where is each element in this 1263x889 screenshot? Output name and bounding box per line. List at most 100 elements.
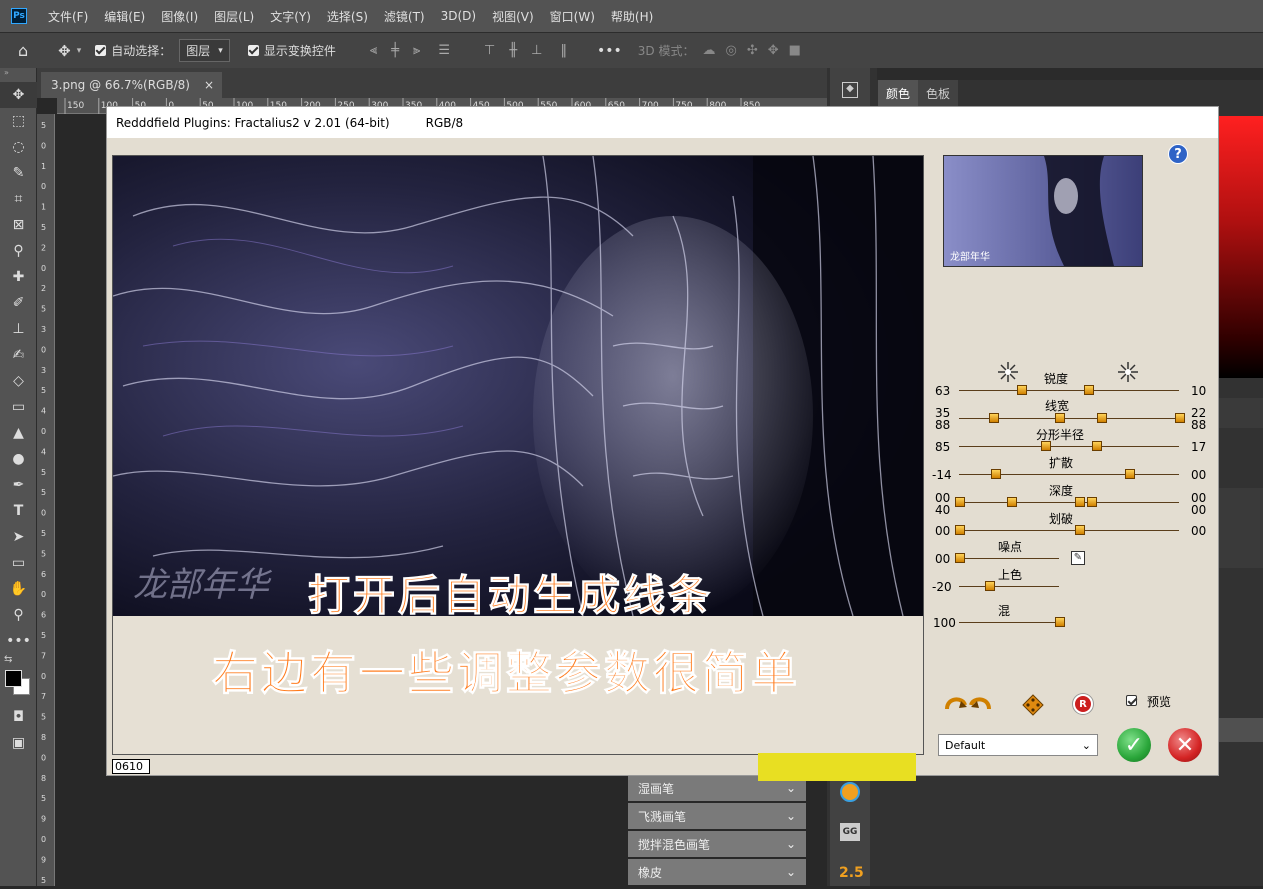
eraser-tool-icon[interactable]: ◇	[0, 368, 37, 394]
linewidth-knob[interactable]	[1097, 413, 1107, 423]
video-3d-icon[interactable]: ■	[789, 43, 801, 58]
depth-knob[interactable]	[1075, 497, 1085, 507]
sharpness-track[interactable]	[959, 390, 1179, 391]
3d-panel-icon[interactable]: ◆	[842, 82, 858, 98]
home-icon[interactable]: ⌂	[18, 41, 28, 60]
quick-select-tool-icon[interactable]: ✎	[0, 160, 37, 186]
layer-select[interactable]: 图层 ▾	[179, 39, 230, 62]
brush-tool-icon[interactable]: ✐	[0, 290, 37, 316]
frame-tool-icon[interactable]: ⊠	[0, 212, 37, 238]
distribute-v-icon[interactable]: ‖	[561, 43, 568, 58]
menu-file[interactable]: 文件(F)	[40, 8, 96, 25]
sharpness-knob[interactable]	[1084, 385, 1094, 395]
menu-type[interactable]: 文字(Y)	[262, 8, 319, 25]
menu-select[interactable]: 选择(S)	[319, 8, 376, 25]
linewidth-knob[interactable]	[1055, 413, 1065, 423]
undo-redo-icon[interactable]	[943, 691, 995, 713]
fractal-radius-knob[interactable]	[1092, 441, 1102, 451]
align-right-icon[interactable]: ⫸	[413, 43, 420, 58]
list-item[interactable]: 搅拌混色画笔 ⌄	[628, 831, 806, 857]
show-transform-checkbox[interactable]	[247, 45, 259, 56]
close-icon[interactable]: ×	[204, 78, 214, 92]
menu-filter[interactable]: 滤镜(T)	[376, 8, 433, 25]
distribute-icon[interactable]: ☰	[438, 43, 450, 58]
document-tab[interactable]: 3.png @ 66.7%(RGB/8) ×	[41, 72, 223, 98]
fractal-radius-knob[interactable]	[1041, 441, 1051, 451]
hand-tool-icon[interactable]: ✋	[0, 576, 37, 602]
tab-swatches[interactable]: 色板	[918, 80, 958, 106]
menu-layer[interactable]: 图层(L)	[206, 8, 262, 25]
noise-track[interactable]	[959, 558, 1059, 559]
preview-checkbox[interactable]	[1126, 695, 1137, 706]
blend-knob[interactable]	[1055, 617, 1065, 627]
break-knob[interactable]	[1075, 525, 1085, 535]
more-tools-icon[interactable]: •••	[0, 628, 37, 654]
crop-tool-icon[interactable]: ⌗	[0, 186, 37, 212]
menu-edit[interactable]: 编辑(E)	[96, 8, 153, 25]
align-left-icon[interactable]: ⫷	[370, 43, 377, 58]
linewidth-knob[interactable]	[1175, 413, 1185, 423]
collapse-icon[interactable]: »	[0, 68, 36, 82]
more-icon[interactable]: •••	[597, 43, 622, 59]
foreground-color[interactable]	[5, 670, 22, 687]
slide-3d-icon[interactable]: ✥	[768, 43, 779, 58]
path-select-tool-icon[interactable]: ➤	[0, 524, 37, 550]
colorize-track[interactable]	[959, 586, 1059, 587]
color-swatches[interactable]	[0, 668, 36, 704]
menu-view[interactable]: 视图(V)	[484, 8, 542, 25]
preset-select[interactable]: Default ⌄	[938, 734, 1098, 756]
menu-help[interactable]: 帮助(H)	[603, 8, 661, 25]
move-tool-icon[interactable]: ✥	[0, 82, 37, 108]
blur-tool-icon[interactable]: ▲	[0, 420, 37, 446]
auto-select-checkbox[interactable]	[95, 45, 107, 56]
align-bottom-icon[interactable]: ⊥	[531, 43, 542, 58]
randomize-icon[interactable]	[1022, 694, 1044, 716]
healing-tool-icon[interactable]: ✚	[0, 264, 37, 290]
blend-track[interactable]	[959, 622, 1059, 623]
cancel-button[interactable]: ✕	[1168, 728, 1202, 762]
color-spectrum[interactable]	[1217, 116, 1263, 378]
menu-image[interactable]: 图像(I)	[153, 8, 206, 25]
list-item[interactable]: 橡皮 ⌄	[628, 859, 806, 885]
tab-color[interactable]: 颜色	[878, 80, 919, 106]
eyedropper-tool-icon[interactable]: ⚲	[0, 238, 37, 264]
roll-3d-icon[interactable]: ◎	[725, 43, 736, 58]
thumbnail-preview[interactable]: 龙部年华	[943, 155, 1143, 267]
stamp-tool-icon[interactable]: ⊥	[0, 316, 37, 342]
pencil-icon[interactable]: ✎	[1071, 551, 1085, 565]
swap-colors-icon[interactable]: ⇆	[0, 654, 36, 668]
depth-knob[interactable]	[955, 497, 965, 507]
pen-tool-icon[interactable]: ✒	[0, 472, 37, 498]
menu-window[interactable]: 窗口(W)	[542, 8, 603, 25]
linewidth-knob[interactable]	[989, 413, 999, 423]
sharpness-knob[interactable]	[1017, 385, 1027, 395]
diffuse-knob[interactable]	[1125, 469, 1135, 479]
break-knob[interactable]	[955, 525, 965, 535]
chevron-down-icon[interactable]: ▾	[77, 46, 82, 56]
pan-3d-icon[interactable]: ✣	[747, 43, 758, 58]
gradient-tool-icon[interactable]: ▭	[0, 394, 37, 420]
diffuse-knob[interactable]	[991, 469, 1001, 479]
screen-mode-icon[interactable]: ▣	[0, 730, 37, 756]
help-button[interactable]: ?	[1168, 144, 1188, 164]
noise-knob[interactable]	[955, 553, 965, 563]
quick-mask-icon[interactable]: ◘	[0, 704, 37, 730]
fractal-radius-track[interactable]	[959, 446, 1179, 447]
align-vcenter-icon[interactable]: ╫	[509, 43, 517, 58]
history-brush-icon[interactable]: ✍	[0, 342, 37, 368]
gg-icon[interactable]: GG	[840, 823, 860, 841]
marquee-tool-icon[interactable]: ⬚	[0, 108, 37, 134]
ok-button[interactable]: ✓	[1117, 728, 1151, 762]
zoom-tool-icon[interactable]: ⚲	[0, 602, 37, 628]
align-top-icon[interactable]: ⊤	[484, 43, 495, 58]
lasso-tool-icon[interactable]: ◌	[0, 134, 37, 160]
depth-knob[interactable]	[1087, 497, 1097, 507]
align-hcenter-icon[interactable]: ╪	[391, 43, 399, 58]
type-tool-icon[interactable]: T	[0, 498, 37, 524]
move-tool-icon[interactable]: ✥	[58, 42, 71, 60]
break-track[interactable]	[959, 530, 1179, 531]
orbit-3d-icon[interactable]: ☁	[702, 43, 715, 58]
reset-button[interactable]: R	[1073, 694, 1093, 714]
brush-preset-icon[interactable]	[840, 782, 860, 802]
depth-track[interactable]	[959, 502, 1179, 503]
